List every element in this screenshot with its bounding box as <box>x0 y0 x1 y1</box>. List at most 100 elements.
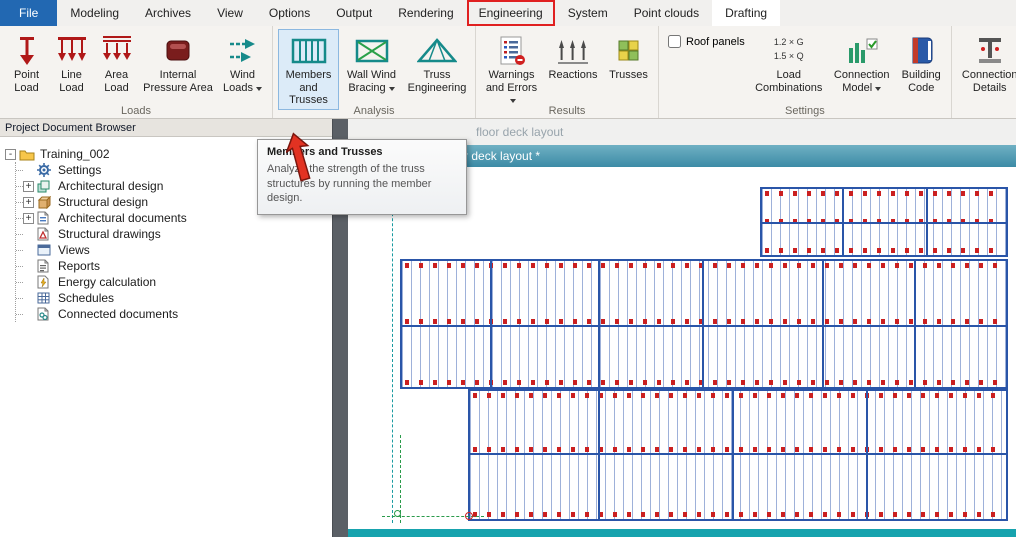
connection-model-icon <box>845 33 879 68</box>
menu-bar: File Modeling Archives View Options Outp… <box>0 0 1016 26</box>
tree-item-label: Training_002 <box>38 147 112 161</box>
tree-item-connected-documents[interactable]: Connected documents <box>16 306 332 322</box>
internal-pressure-area-button[interactable]: Internal Pressure Area <box>140 29 216 97</box>
grid-line <box>400 435 401 523</box>
menu-modeling[interactable]: Modeling <box>57 0 132 26</box>
roof-panels-checkbox-input[interactable] <box>668 35 681 48</box>
deck-block-main <box>400 259 1008 389</box>
tree-item-label: Architectural documents <box>56 211 189 225</box>
tree-item-structural-drawings[interactable]: Structural drawings <box>16 226 332 242</box>
tree-item-schedules[interactable]: Schedules <box>16 290 332 306</box>
building-code-label: Building Code <box>902 69 941 94</box>
internal-pressure-area-label: Internal Pressure Area <box>143 69 213 94</box>
menu-view[interactable]: View <box>204 0 256 26</box>
expand-icon[interactable] <box>23 181 34 192</box>
collapse-icon[interactable] <box>5 149 16 160</box>
drawing-canvas[interactable] <box>348 167 1016 529</box>
internal-pressure-area-icon <box>162 33 194 68</box>
tree-item-label: Settings <box>56 163 103 177</box>
trusses-button[interactable]: Trusses <box>604 29 653 85</box>
connection-model-button[interactable]: Connection Model <box>829 29 895 97</box>
architectural-documents-icon <box>37 211 53 225</box>
truss-engineering-button[interactable]: Truss Engineering <box>404 29 470 97</box>
inactive-document-title: floor deck layout <box>476 125 563 139</box>
project-browser-header: Project Document Browser <box>0 119 332 137</box>
views-icon <box>37 244 53 256</box>
grid-line <box>392 183 393 523</box>
building-code-button[interactable]: Building Code <box>897 29 946 97</box>
ribbon-group-results-label: Results <box>476 105 658 117</box>
load-combinations-label: Load Combinations <box>755 69 822 94</box>
reactions-icon <box>557 33 589 68</box>
menu-view-label: View <box>217 6 243 20</box>
tree-item-label: Reports <box>56 259 102 273</box>
dropdown-arrow-icon <box>389 87 395 91</box>
menu-engineering-label: Engineering <box>479 6 543 20</box>
menu-drafting[interactable]: Drafting <box>712 0 780 26</box>
menu-output-label: Output <box>336 6 372 20</box>
tree-item-label: Architectural design <box>56 179 165 193</box>
tree-item-energy-calculation[interactable]: Energy calculation <box>16 274 332 290</box>
roof-panels-label: Roof panels <box>686 36 745 48</box>
tree-item-label: Structural design <box>56 195 150 209</box>
line-load-label: Line Load <box>59 69 83 94</box>
menu-file[interactable]: File <box>0 0 57 26</box>
building-code-icon <box>906 33 936 68</box>
ribbon-group-analysis-label: Analysis <box>273 105 475 117</box>
menu-system[interactable]: System <box>555 0 621 26</box>
project-browser-title: Project Document Browser <box>5 122 136 134</box>
ribbon-group-results: Warnings and Errors Reactions Trusses Re… <box>476 26 659 118</box>
line-load-button[interactable]: Line Load <box>50 29 93 97</box>
expand-icon[interactable] <box>23 213 34 224</box>
area-load-button[interactable]: Area Load <box>95 29 138 97</box>
reactions-label: Reactions <box>549 69 598 81</box>
warnings-and-errors-button[interactable]: Warnings and Errors <box>481 29 542 110</box>
menu-engineering[interactable]: Engineering <box>467 0 555 26</box>
ribbon-group-loads-label: Loads <box>0 105 272 117</box>
settings-gear-icon <box>37 163 53 177</box>
tree-item-label: Connected documents <box>56 307 180 321</box>
expand-icon[interactable] <box>23 197 34 208</box>
tree-item-label: Energy calculation <box>56 275 158 289</box>
tree-item-label: Structural drawings <box>56 227 163 241</box>
menu-archives[interactable]: Archives <box>132 0 204 26</box>
structural-drawings-icon <box>37 227 53 241</box>
reference-marker <box>465 512 473 520</box>
wind-loads-label: Wind Loads <box>223 69 255 94</box>
members-and-trusses-button[interactable]: Members and Trusses <box>278 29 339 110</box>
connection-details-button[interactable]: Connection Details <box>957 29 1016 97</box>
wind-loads-button[interactable]: Wind Loads <box>218 29 267 97</box>
tree-item-reports[interactable]: Reports <box>16 258 332 274</box>
point-load-button[interactable]: Point Load <box>5 29 48 97</box>
dropdown-arrow-icon <box>256 87 262 91</box>
menu-system-label: System <box>568 6 608 20</box>
truss-engineering-icon <box>417 33 457 68</box>
tree-item-views[interactable]: Views <box>16 242 332 258</box>
members-and-trusses-icon <box>291 33 327 68</box>
ribbon-group-settings: Roof panels 1.2 × G 1.5 × Q Load Combina… <box>659 26 952 118</box>
tree-item-label: Views <box>56 243 92 257</box>
application-window: File Modeling Archives View Options Outp… <box>0 0 1016 537</box>
area-load-label: Area Load <box>104 69 128 94</box>
menu-point-clouds[interactable]: Point clouds <box>621 0 712 26</box>
menu-point-clouds-label: Point clouds <box>634 6 699 20</box>
load-factor-q: 1.5 × Q <box>774 50 804 64</box>
members-and-trusses-label: Members and Trusses <box>286 69 332 106</box>
roof-panels-checkbox[interactable]: Roof panels <box>664 29 749 48</box>
menu-archives-label: Archives <box>145 6 191 20</box>
load-combinations-icon: 1.2 × G 1.5 × Q <box>774 33 804 68</box>
wall-wind-bracing-button[interactable]: Wall Wind Bracing <box>341 29 402 97</box>
load-combinations-button[interactable]: 1.2 × G 1.5 × Q Load Combinations <box>751 29 827 97</box>
wall-wind-bracing-icon <box>355 33 389 68</box>
menu-options[interactable]: Options <box>256 0 323 26</box>
deck-block-lower <box>468 389 1008 521</box>
point-load-icon <box>15 33 39 68</box>
ribbon-group-analysis: Members and Trusses Wall Wind Bracing Tr… <box>273 26 476 118</box>
tree-item-label: Schedules <box>56 291 116 305</box>
reactions-button[interactable]: Reactions <box>544 29 602 85</box>
warnings-and-errors-icon <box>498 33 526 68</box>
ribbon-group-loads: Point Load Line Load Area Load Internal … <box>0 26 273 118</box>
menu-output[interactable]: Output <box>323 0 385 26</box>
architectural-design-icon <box>37 180 53 193</box>
menu-rendering[interactable]: Rendering <box>385 0 466 26</box>
